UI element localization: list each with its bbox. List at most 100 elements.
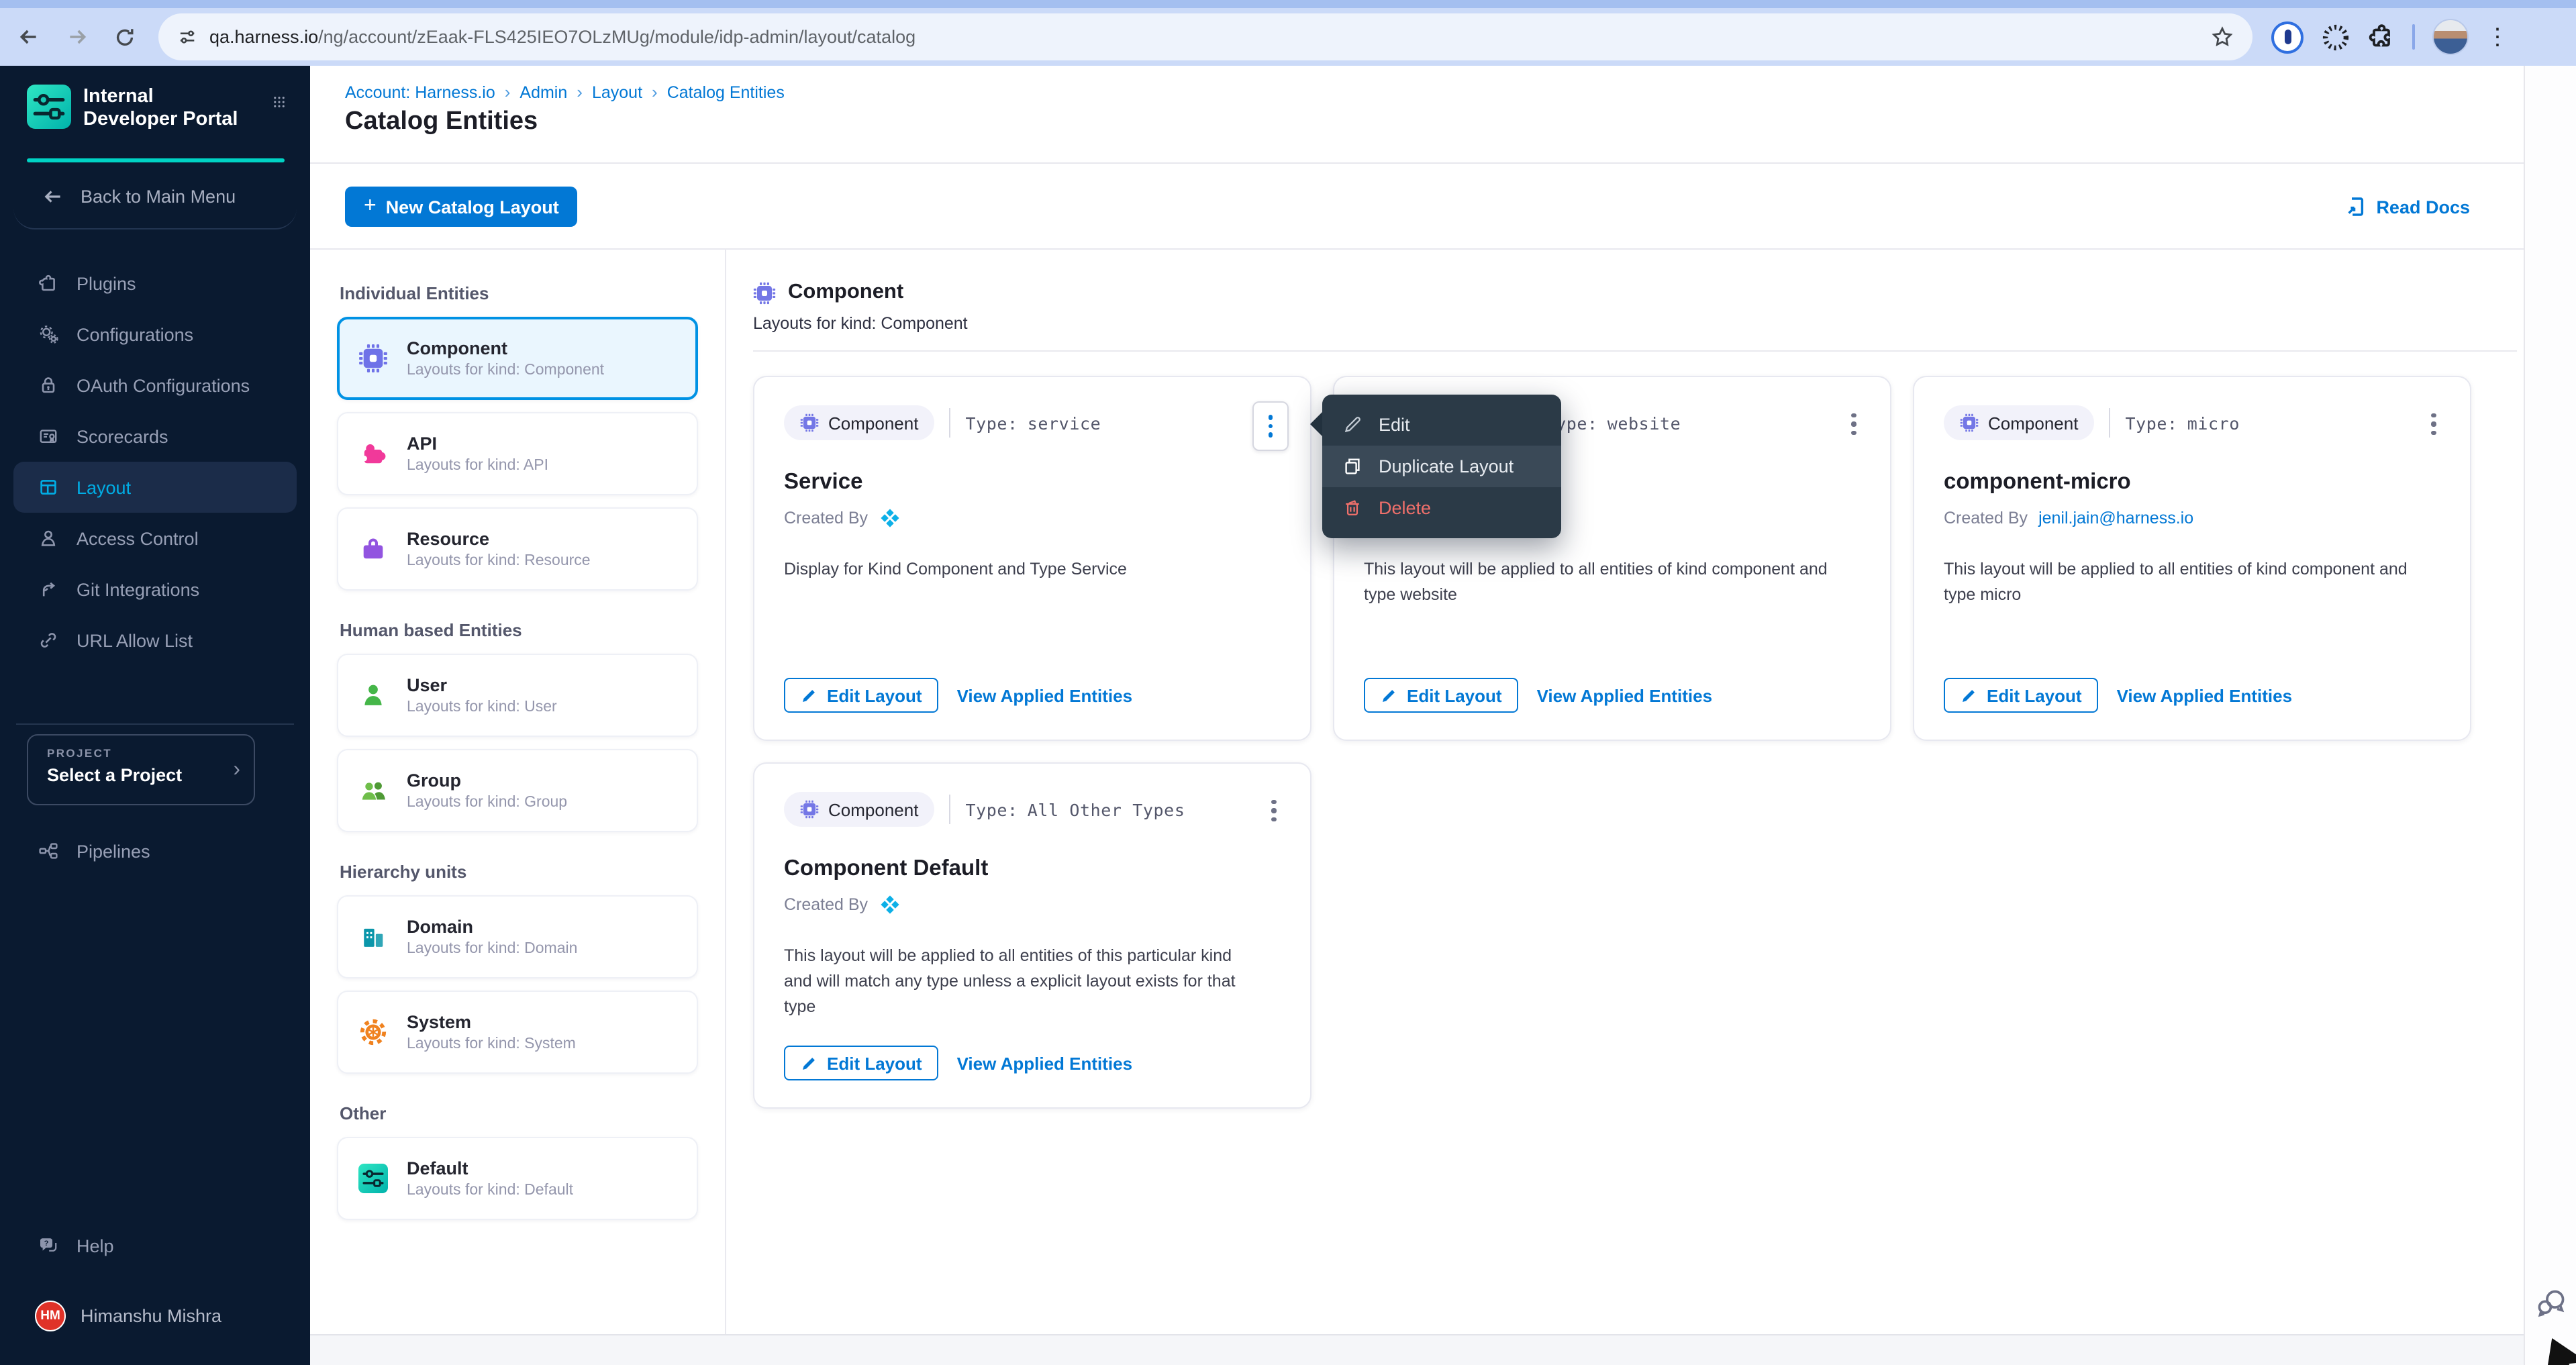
menu-item-edit[interactable]: Edit xyxy=(1322,404,1561,446)
person-icon xyxy=(38,527,59,549)
kind-badge: Component xyxy=(784,405,934,440)
extensions-puzzle-icon[interactable] xyxy=(2368,23,2395,50)
type-text: Type:website xyxy=(1545,413,1681,433)
edit-layout-button[interactable]: Edit Layout xyxy=(784,678,938,713)
view-applied-entities-link[interactable]: View Applied Entities xyxy=(2117,685,2293,705)
scorecard-icon xyxy=(38,425,59,447)
chat-bubbles-icon[interactable] xyxy=(2533,1284,2569,1321)
entity-item-group[interactable]: Group Layouts for kind: Group xyxy=(337,749,698,832)
user-avatar: HM xyxy=(35,1300,66,1331)
view-applied-entities-link[interactable]: View Applied Entities xyxy=(1537,685,1713,705)
entity-item-resource[interactable]: Resource Layouts for kind: Resource xyxy=(337,507,698,591)
sidebar-item-access-control[interactable]: Access Control xyxy=(13,513,297,564)
sidebar-item-scorecards[interactable]: Scorecards xyxy=(13,411,297,462)
pencil-icon xyxy=(1960,687,1977,704)
entity-title: System xyxy=(407,1012,576,1032)
harness-user-icon xyxy=(879,893,900,915)
view-applied-entities-link[interactable]: View Applied Entities xyxy=(957,1053,1133,1073)
doc-arrow-icon xyxy=(2345,196,2367,217)
bookmark-star-icon[interactable] xyxy=(2211,26,2234,48)
sidebar-item-configurations[interactable]: Configurations xyxy=(13,309,297,360)
badge-type-divider xyxy=(949,408,950,438)
card-menu-icon[interactable] xyxy=(1252,401,1289,451)
badge-label: Component xyxy=(828,799,918,819)
page-title: Catalog Entities xyxy=(345,107,538,137)
svg-text:?: ? xyxy=(44,1240,49,1248)
edit-layout-button[interactable]: Edit Layout xyxy=(784,1046,938,1080)
mouse-cursor xyxy=(2544,1338,2576,1365)
browser-profile-avatar[interactable] xyxy=(2432,19,2469,55)
entity-item-domain[interactable]: Domain Layouts for kind: Domain xyxy=(337,895,698,978)
link-icon xyxy=(38,629,59,651)
entity-item-system[interactable]: System Layouts for kind: System xyxy=(337,991,698,1074)
chevron-right-icon: › xyxy=(233,758,240,782)
sidebar-item-plugins[interactable]: Plugins xyxy=(13,258,297,309)
browser-refresh-icon[interactable] xyxy=(105,17,145,57)
kind-divider xyxy=(753,350,2517,352)
sidebar-item-pipelines[interactable]: Pipelines xyxy=(13,825,297,876)
card-menu-icon[interactable] xyxy=(1839,401,1869,447)
badge-label: Component xyxy=(828,413,918,433)
entity-subtitle: Layouts for kind: System xyxy=(407,1036,576,1052)
back-to-main-menu[interactable]: Back to Main Menu xyxy=(13,173,297,230)
breadcrumb-account[interactable]: Account: Harness.io xyxy=(345,83,495,101)
card-menu-icon[interactable] xyxy=(1259,788,1289,833)
sidebar-item-git-integrations[interactable]: Git Integrations xyxy=(13,564,297,615)
project-selector[interactable]: PROJECT Select a Project › xyxy=(27,734,255,805)
puzzle-icon xyxy=(358,439,388,468)
git-branch-icon xyxy=(38,578,59,600)
entity-title: API xyxy=(407,434,548,454)
sidebar-item-label: Pipelines xyxy=(77,841,150,861)
chip-icon xyxy=(358,344,388,373)
entity-item-component[interactable]: Component Layouts for kind: Component xyxy=(337,317,698,400)
password-manager-icon[interactable] xyxy=(2271,21,2303,53)
view-applied-entities-link[interactable]: View Applied Entities xyxy=(957,685,1133,705)
extension-spinner-icon[interactable] xyxy=(2321,22,2350,52)
new-catalog-layout-label: New Catalog Layout xyxy=(386,197,559,217)
sidebar-item-label: Scorecards xyxy=(77,426,168,446)
sidebar-item-help[interactable]: ? Help xyxy=(13,1220,297,1271)
scrollbar-gutter[interactable] xyxy=(2524,66,2576,1365)
breadcrumb-admin[interactable]: Admin xyxy=(519,83,567,101)
browser-back-icon[interactable] xyxy=(8,17,48,57)
browser-menu-icon[interactable]: ⋮ xyxy=(2486,26,2509,48)
breadcrumb-separator: › xyxy=(652,82,658,102)
entity-item-user[interactable]: User Layouts for kind: User xyxy=(337,654,698,737)
bottom-strip xyxy=(310,1334,2524,1365)
edit-layout-button[interactable]: Edit Layout xyxy=(1944,678,2098,713)
card-menu-icon[interactable] xyxy=(2419,401,2448,447)
browser-extensions-area: ⋮ xyxy=(2271,19,2522,55)
entity-subtitle: Layouts for kind: Domain xyxy=(407,941,577,957)
breadcrumb-layout[interactable]: Layout xyxy=(592,83,642,101)
sidebar-item-layout[interactable]: Layout xyxy=(13,462,297,513)
created-by-user-link[interactable]: jenil.jain@harness.io xyxy=(2038,508,2193,527)
sidebar-item-url-allow-list[interactable]: URL Allow List xyxy=(13,615,297,666)
entity-kind-list: Individual Entities Component Layouts fo… xyxy=(337,248,698,1232)
browser-forward-icon[interactable] xyxy=(56,17,97,57)
project-value: Select a Project xyxy=(47,765,240,785)
read-docs-link[interactable]: Read Docs xyxy=(2345,196,2470,217)
edit-layout-button[interactable]: Edit Layout xyxy=(1364,678,1518,713)
briefcase-icon xyxy=(358,534,388,564)
card-context-menu: Edit Duplicate Layout Delete xyxy=(1322,395,1561,538)
menu-item-delete[interactable]: Delete xyxy=(1322,487,1561,529)
user-menu[interactable]: HM Himanshu Mishra xyxy=(13,1290,297,1341)
created-by-label: Created By xyxy=(1944,508,2028,527)
layout-card-service: Component Type:service Service Created B… xyxy=(753,376,1311,741)
idp-logo-icon xyxy=(358,1164,388,1193)
site-settings-icon[interactable] xyxy=(177,27,197,47)
new-catalog-layout-button[interactable]: + New Catalog Layout xyxy=(345,187,578,227)
main-content: Account: Harness.io › Admin › Layout › C… xyxy=(310,66,2524,1365)
entity-item-api[interactable]: API Layouts for kind: API xyxy=(337,412,698,495)
entity-subtitle: Layouts for kind: Resource xyxy=(407,553,591,569)
menu-item-duplicate-layout[interactable]: Duplicate Layout xyxy=(1322,446,1561,487)
entity-item-default[interactable]: Default Layouts for kind: Default xyxy=(337,1137,698,1220)
sidebar-item-oauth-configurations[interactable]: OAuth Configurations xyxy=(13,360,297,411)
created-by-row: Created By jenil.jain@harness.io xyxy=(1944,506,2440,529)
address-bar[interactable]: qa.harness.io/ng/account/zEaak-FLS425IEO… xyxy=(158,13,2252,60)
copy-icon xyxy=(1342,456,1363,476)
back-label: Back to Main Menu xyxy=(81,187,236,207)
breadcrumb-catalog-entities[interactable]: Catalog Entities xyxy=(667,83,785,101)
module-grid-icon[interactable] xyxy=(267,85,291,109)
created-by-row: Created By xyxy=(784,506,1281,529)
